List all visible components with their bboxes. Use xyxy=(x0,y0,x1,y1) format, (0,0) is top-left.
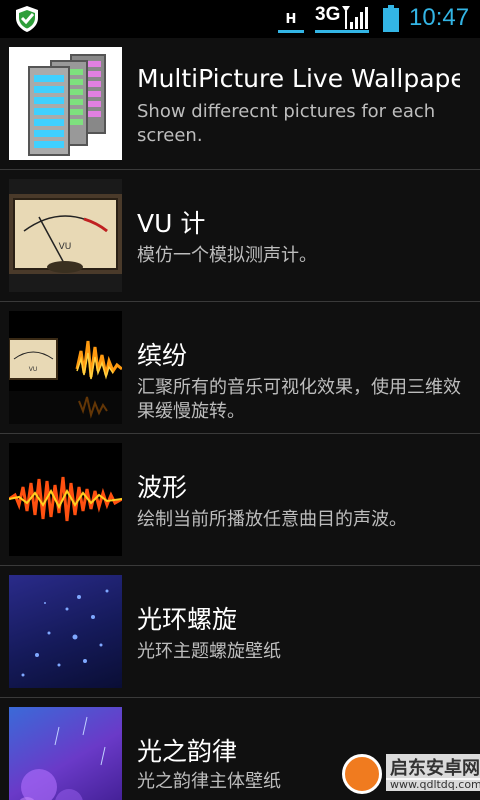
list-item-spiral[interactable]: 光环螺旋 光环主题螺旋壁纸 xyxy=(0,566,480,697)
signal-icon xyxy=(342,6,368,29)
watermark-site-url: www.qdltdq.com xyxy=(386,778,480,791)
svg-text:VU: VU xyxy=(59,242,72,252)
network-3g-indicator: 3G xyxy=(315,4,341,25)
item-title: 缤纷 xyxy=(137,341,188,370)
item-title: 波形 xyxy=(137,473,188,502)
item-title: MultiPicture Live Wallpaper xyxy=(137,64,460,93)
battery-icon xyxy=(383,5,399,32)
vu-meter-icon: VU xyxy=(9,179,122,292)
spiral-icon xyxy=(9,575,122,688)
status-bar: H 3G 10:47 xyxy=(0,0,480,38)
network-h-underline xyxy=(278,30,304,33)
clock: 10:47 xyxy=(409,4,470,31)
watermark-logo-icon xyxy=(342,754,382,794)
waveform-icon xyxy=(9,443,122,556)
rhythm-icon xyxy=(9,707,122,800)
svg-text:VU: VU xyxy=(29,366,38,373)
network-h-indicator: H xyxy=(285,12,297,27)
shield-icon xyxy=(16,6,38,32)
list-item-multipicture[interactable]: MultiPicture Live Wallpaper Show differe… xyxy=(0,38,480,169)
item-description: 绘制当前所播放任意曲目的声波。 xyxy=(137,509,407,530)
item-description: 光环主题螺旋壁纸 xyxy=(137,641,281,662)
live-wallpaper-list[interactable]: MultiPicture Live Wallpaper Show differe… xyxy=(0,38,480,800)
item-description: 模仿一个模拟测声计。 xyxy=(137,245,317,266)
item-title: 光环螺旋 xyxy=(137,605,238,634)
multipicture-icon xyxy=(9,47,122,160)
list-item-visualizer[interactable]: VU 缤纷 汇聚所有的音乐可视化效果，使用三维效果缓慢旋转。 xyxy=(0,302,480,433)
list-item-waveform[interactable]: 波形 绘制当前所播放任意曲目的声波。 xyxy=(0,434,480,565)
list-item-vu-meter[interactable]: VU VU 计 模仿一个模拟测声计。 xyxy=(0,170,480,301)
visualizer-icon: VU xyxy=(9,311,122,424)
site-watermark: 启东安卓网 www.qdltdq.com xyxy=(342,750,480,800)
network-3g-underline xyxy=(315,30,369,33)
item-description: Show differecnt pictures for each screen… xyxy=(137,101,436,146)
item-title: VU 计 xyxy=(137,209,206,238)
item-description: 汇聚所有的音乐可视化效果，使用三维效果缓慢旋转。 xyxy=(137,377,461,422)
watermark-site-name: 启东安卓网 xyxy=(386,754,480,780)
